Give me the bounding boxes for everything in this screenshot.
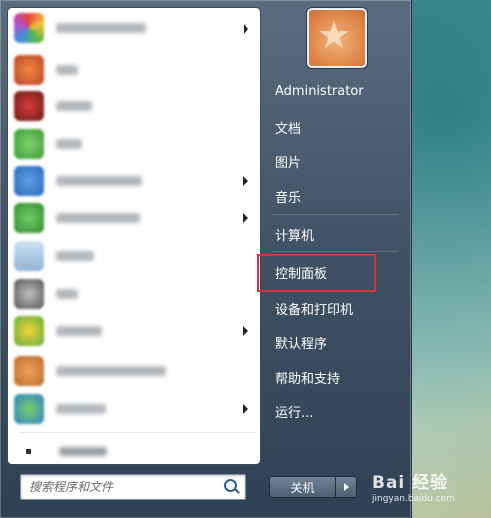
all-programs-label xyxy=(59,446,107,456)
menu-item-label: 设备和打印机 xyxy=(275,302,354,318)
program-icon xyxy=(14,166,44,196)
program-item[interactable] xyxy=(8,10,260,46)
star-avatar-icon: ★ xyxy=(317,13,352,57)
user-name-item[interactable]: Administrator xyxy=(262,76,400,106)
program-label xyxy=(56,251,94,261)
arrow-right-icon xyxy=(243,213,248,223)
program-item[interactable] xyxy=(8,313,260,349)
menu-item-label: 帮助和支持 xyxy=(275,371,341,387)
program-icon xyxy=(14,129,44,159)
program-icon xyxy=(14,316,44,346)
divider xyxy=(272,214,398,215)
program-label xyxy=(56,404,106,414)
shutdown-button[interactable]: 关机 xyxy=(269,476,336,498)
program-label xyxy=(56,289,78,299)
menu-item-pictures[interactable]: 图片 xyxy=(262,146,400,176)
menu-item-label: 文档 xyxy=(275,121,302,137)
menu-item-label: 计算机 xyxy=(275,228,315,244)
program-icon xyxy=(14,91,44,121)
program-icon xyxy=(14,356,44,386)
arrow-right-icon xyxy=(26,448,31,454)
divider xyxy=(20,432,256,433)
all-programs[interactable] xyxy=(8,440,260,462)
program-icon xyxy=(14,203,44,233)
watermark: Bai 经验 jingyan.baidu.com xyxy=(372,468,490,514)
program-label xyxy=(56,213,140,223)
highlight-box xyxy=(257,254,376,292)
program-item[interactable] xyxy=(8,52,260,88)
menu-item-help-support[interactable]: 帮助和支持 xyxy=(262,362,400,392)
program-icon xyxy=(14,13,44,43)
program-label xyxy=(56,65,78,75)
menu-item-label: 图片 xyxy=(275,155,302,171)
program-icon xyxy=(14,55,44,85)
menu-item-computer[interactable]: 计算机 xyxy=(262,219,400,249)
program-label xyxy=(56,101,92,111)
user-name: Administrator xyxy=(275,83,364,99)
program-item[interactable] xyxy=(8,88,260,124)
menu-item-documents[interactable]: 文档 xyxy=(262,112,400,142)
program-icon xyxy=(14,394,44,424)
menu-item-label: 运行... xyxy=(275,405,314,421)
program-icon xyxy=(14,279,44,309)
arrow-right-icon xyxy=(244,24,248,34)
program-item[interactable] xyxy=(8,126,260,162)
menu-item-run[interactable]: 运行... xyxy=(262,396,400,426)
menu-item-label: 音乐 xyxy=(275,190,302,206)
search-input[interactable] xyxy=(21,475,221,499)
program-item[interactable] xyxy=(8,353,260,389)
program-label xyxy=(56,23,146,33)
watermark-brand: Bai 经验 xyxy=(372,473,449,493)
arrow-right-icon xyxy=(243,176,248,186)
program-item[interactable] xyxy=(8,200,260,236)
program-label xyxy=(56,326,102,336)
arrow-right-icon xyxy=(243,404,248,414)
program-label xyxy=(56,139,82,149)
divider xyxy=(272,251,398,252)
program-item[interactable] xyxy=(8,276,260,312)
program-icon xyxy=(14,241,44,271)
search-box[interactable] xyxy=(20,474,246,500)
watermark-url: jingyan.baidu.com xyxy=(372,494,456,504)
menu-item-label: 默认程序 xyxy=(275,336,328,352)
program-label xyxy=(56,366,166,376)
program-item[interactable] xyxy=(8,391,260,427)
program-item[interactable] xyxy=(8,163,260,199)
menu-item-music[interactable]: 音乐 xyxy=(262,181,400,211)
shutdown-options-button[interactable] xyxy=(336,476,357,498)
menu-item-default-programs[interactable]: 默认程序 xyxy=(262,327,400,357)
user-avatar[interactable]: ★ xyxy=(307,8,367,68)
program-item[interactable] xyxy=(8,238,260,274)
shutdown-label: 关机 xyxy=(290,480,315,495)
start-menu: ★ Administrator 文档 图片 音乐 计算机 控制面板 设备和打印机… xyxy=(0,0,412,518)
arrow-right-icon xyxy=(243,326,248,336)
menu-item-devices-printers[interactable]: 设备和打印机 xyxy=(262,293,400,323)
program-label xyxy=(56,176,142,186)
search-icon[interactable] xyxy=(224,479,237,492)
programs-pane xyxy=(8,8,260,464)
